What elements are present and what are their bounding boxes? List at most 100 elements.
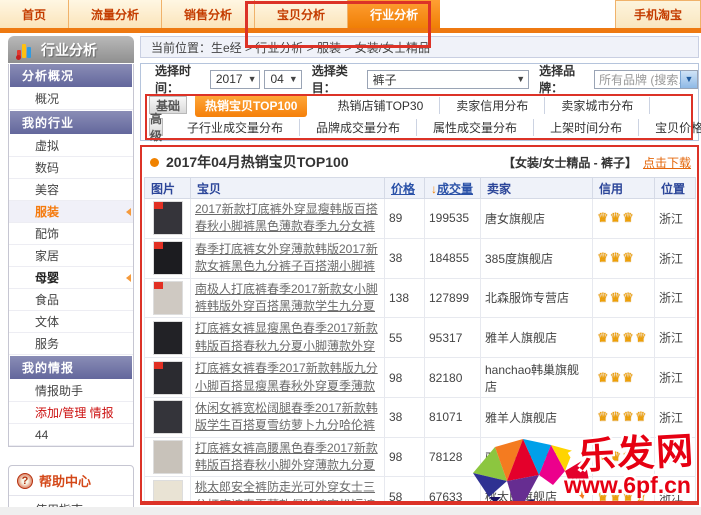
sidebar-item-13: 我的情报 (10, 356, 132, 379)
tab-advanced-2[interactable]: 属性成交量分布 (417, 119, 534, 136)
product-title-link[interactable]: 春季打底裤女外穿薄款韩版2017新款女裤黑色九分裤子百搭潮小脚裤 (195, 241, 380, 276)
volume-cell: 95317 (425, 318, 481, 358)
price-cell: 58 (385, 477, 425, 505)
tab-basic-2[interactable]: 卖家信用分布 (440, 97, 545, 114)
tab-advanced-1[interactable]: 品牌成交量分布 (300, 119, 417, 136)
table-row: 休闲女裤宽松阔腿春季2017新款韩版学生百搭夏雪纺萝卜九分哈伦裤3881071雅… (145, 397, 696, 437)
hot-badge-icon (154, 202, 163, 209)
breadcrumb: 当前位置：生e经 > 行业分析 > 服装 > 女装/女士精品 (140, 36, 699, 58)
product-title-link[interactable]: 2017新款打底裤外穿显瘦韩版百搭春秋小脚裤黑色薄款春季九分女裤 (195, 201, 380, 236)
sidebar-item-3[interactable]: 虚拟 (9, 135, 133, 157)
product-title-link[interactable]: 休闲女裤宽松阔腿春季2017新款韩版学生百搭夏雪纺萝卜九分哈伦裤 (195, 400, 380, 435)
product-thumbnail[interactable] (153, 201, 183, 235)
seller-cell: hanchao韩巢旗舰店 (481, 358, 593, 398)
sidebar-item-16[interactable]: 44 (9, 424, 133, 446)
col-item: 宝贝 (191, 178, 385, 199)
sidebar-item-5[interactable]: 美容 (9, 179, 133, 201)
location-cell: 浙江 (655, 358, 696, 398)
top-nav: 首页流量分析销售分析宝贝分析行业分析 手机淘宝 (0, 0, 701, 28)
sidebar-item-15[interactable]: 添加/管理 情报 (9, 402, 133, 424)
table-row: 2017新款打底裤外穿显瘦韩版百搭春秋小脚裤黑色薄款春季九分女裤89199535… (145, 199, 696, 239)
sidebar-item-10[interactable]: 食品 (9, 289, 133, 311)
sidebar-item-6[interactable]: 服装 (9, 201, 133, 223)
download-link[interactable]: 点击下载 (643, 154, 691, 171)
product-thumbnail[interactable] (153, 241, 183, 275)
product-thumbnail[interactable] (153, 361, 183, 395)
nav-tab-0[interactable]: 首页 (0, 0, 69, 28)
filters-panel: 选择时间： 2017▼ 04▼ 选择类目： 裤子▼ 选择品牌： 所有品牌 (搜索… (140, 63, 699, 141)
volume-cell: 82180 (425, 358, 481, 398)
price-cell: 98 (385, 437, 425, 477)
price-cell: 138 (385, 278, 425, 318)
seller-cell: 唐女旗舰店 (481, 199, 593, 239)
col-image: 图片 (145, 178, 191, 199)
filter-row: 选择时间： 2017▼ 04▼ 选择类目： 裤子▼ 选择品牌： 所有品牌 (搜索… (141, 64, 698, 94)
year-select[interactable]: 2017▼ (210, 70, 261, 89)
nav-tab-3[interactable]: 宝贝分析 (255, 0, 348, 28)
sidebar-item-1[interactable]: 概况 (9, 88, 133, 110)
credit-crown-icons: ♛♛♛ (597, 250, 635, 265)
product-thumbnail[interactable] (153, 440, 183, 474)
sidebar-item-12[interactable]: 服务 (9, 333, 133, 355)
sidebar-item-9[interactable]: 母婴 (9, 267, 133, 289)
product-thumbnail[interactable] (153, 281, 183, 315)
tab-basic-1[interactable]: 热销店铺TOP30 (321, 97, 440, 114)
col-price[interactable]: 价格 (385, 178, 425, 199)
sidebar-item-8[interactable]: 家居 (9, 245, 133, 267)
nav-tab-1[interactable]: 流量分析 (69, 0, 162, 28)
tab-advanced-0[interactable]: 子行业成交量分布 (171, 119, 300, 136)
arrow-left-icon (126, 274, 131, 282)
nav-tab-4[interactable]: 行业分析 (348, 0, 440, 28)
sidebar-item-11[interactable]: 文体 (9, 311, 133, 333)
table-row: 南极人打底裤春季2017新款女小脚裤韩版外穿百搭黑薄款学生九分夏13812789… (145, 278, 696, 318)
seller-cell: 桃太郎旗舰店 (481, 477, 593, 505)
sidebar-menu: 分析概况概况我的行业虚拟数码美容服装配饰家居母婴食品文体服务我的情报情报助手添加… (8, 64, 134, 447)
chevron-down-icon: ▼ (289, 74, 298, 84)
month-select[interactable]: 04▼ (264, 70, 301, 89)
top100-table-panel: 2017年04月热销宝贝TOP100 【女装/女士精品 - 裤子】 点击下载 图… (140, 145, 699, 505)
nav-tab-2[interactable]: 销售分析 (162, 0, 255, 28)
seller-cell: 雅羊人旗舰店 (481, 437, 593, 477)
tab-basic-0[interactable]: 热销宝贝TOP100 (195, 94, 307, 117)
advanced-tab-row: 高级 子行业成交量分布品牌成交量分布属性成交量分布上架时间分布宝贝价格分布 (149, 116, 698, 138)
sidebar-item-7[interactable]: 配饰 (9, 223, 133, 245)
product-thumbnail[interactable] (153, 321, 183, 355)
product-title-link[interactable]: 打底裤女裤春季2017新款韩版九分小脚百搭显瘦黑春秋外穿夏季薄款 (195, 360, 380, 395)
product-title-link[interactable]: 桃太郎安全裤防走光可外穿女士三分打底裤春夏薄款保险裤宽松短裤 (195, 479, 380, 505)
tab-advanced-4[interactable]: 宝贝价格分布 (639, 119, 701, 136)
product-thumbnail[interactable] (153, 480, 183, 505)
location-cell: 浙江 (655, 437, 696, 477)
brand-dropdown-button[interactable]: ▼ (680, 71, 697, 88)
category-filter-label: 选择类目： (312, 62, 363, 96)
table-row: 打底裤女裤春季2017新款韩版九分小脚百搭显瘦黑春秋外穿夏季薄款9882180h… (145, 358, 696, 398)
product-title-link[interactable]: 南极人打底裤春季2017新款女小脚裤韩版外穿百搭黑薄款学生九分夏 (195, 281, 380, 316)
location-cell: 浙江 (655, 477, 696, 505)
table-subtitle: 【女装/女士精品 - 裤子】 (503, 154, 637, 171)
brand-search-combo[interactable]: 所有品牌 (搜索...) ▼ (594, 70, 698, 89)
category-select[interactable]: 裤子▼ (367, 70, 530, 89)
page-footer-strip (0, 507, 701, 515)
product-title-link[interactable]: 打底裤女裤显瘦黑色春季2017新款韩版百搭春秋九分夏小脚薄款外穿 (195, 320, 380, 355)
sidebar: 行业分析 分析概况概况我的行业虚拟数码美容服装配饰家居母婴食品文体服务我的情报情… (8, 36, 134, 515)
help-center-header: ? 帮助中心 (9, 466, 133, 496)
col-volume[interactable]: ↓成交量 (425, 178, 481, 199)
tab-advanced-3[interactable]: 上架时间分布 (534, 119, 639, 136)
seller-cell: 385度旗舰店 (481, 238, 593, 278)
hot-badge-icon (154, 282, 163, 289)
nav-tab-mobile-taobao[interactable]: 手机淘宝 (615, 0, 701, 28)
industry-analysis-page: 首页流量分析销售分析宝贝分析行业分析 手机淘宝 行业分析 分析概况概况我的行业虚… (0, 0, 701, 515)
product-thumbnail[interactable] (153, 400, 183, 434)
sidebar-item-14[interactable]: 情报助手 (9, 380, 133, 402)
price-cell: 38 (385, 397, 425, 437)
time-filter-label: 选择时间： (155, 62, 206, 96)
location-cell: 浙江 (655, 278, 696, 318)
product-title-link[interactable]: 打底裤女裤高腰黑色春季2017新款韩版百搭春秋小脚外穿薄款九分夏 (195, 440, 380, 475)
brand-placeholder: 所有品牌 (搜索...) (595, 71, 680, 88)
sidebar-item-4[interactable]: 数码 (9, 157, 133, 179)
seller-cell: 雅羊人旗舰店 (481, 318, 593, 358)
credit-crown-icons: ♛♛♛ (597, 210, 635, 225)
tab-basic-3[interactable]: 卖家城市分布 (545, 97, 650, 114)
orange-bullet-icon (150, 158, 159, 167)
sidebar-item-2: 我的行业 (10, 111, 132, 134)
bar-chart-icon (16, 42, 34, 58)
